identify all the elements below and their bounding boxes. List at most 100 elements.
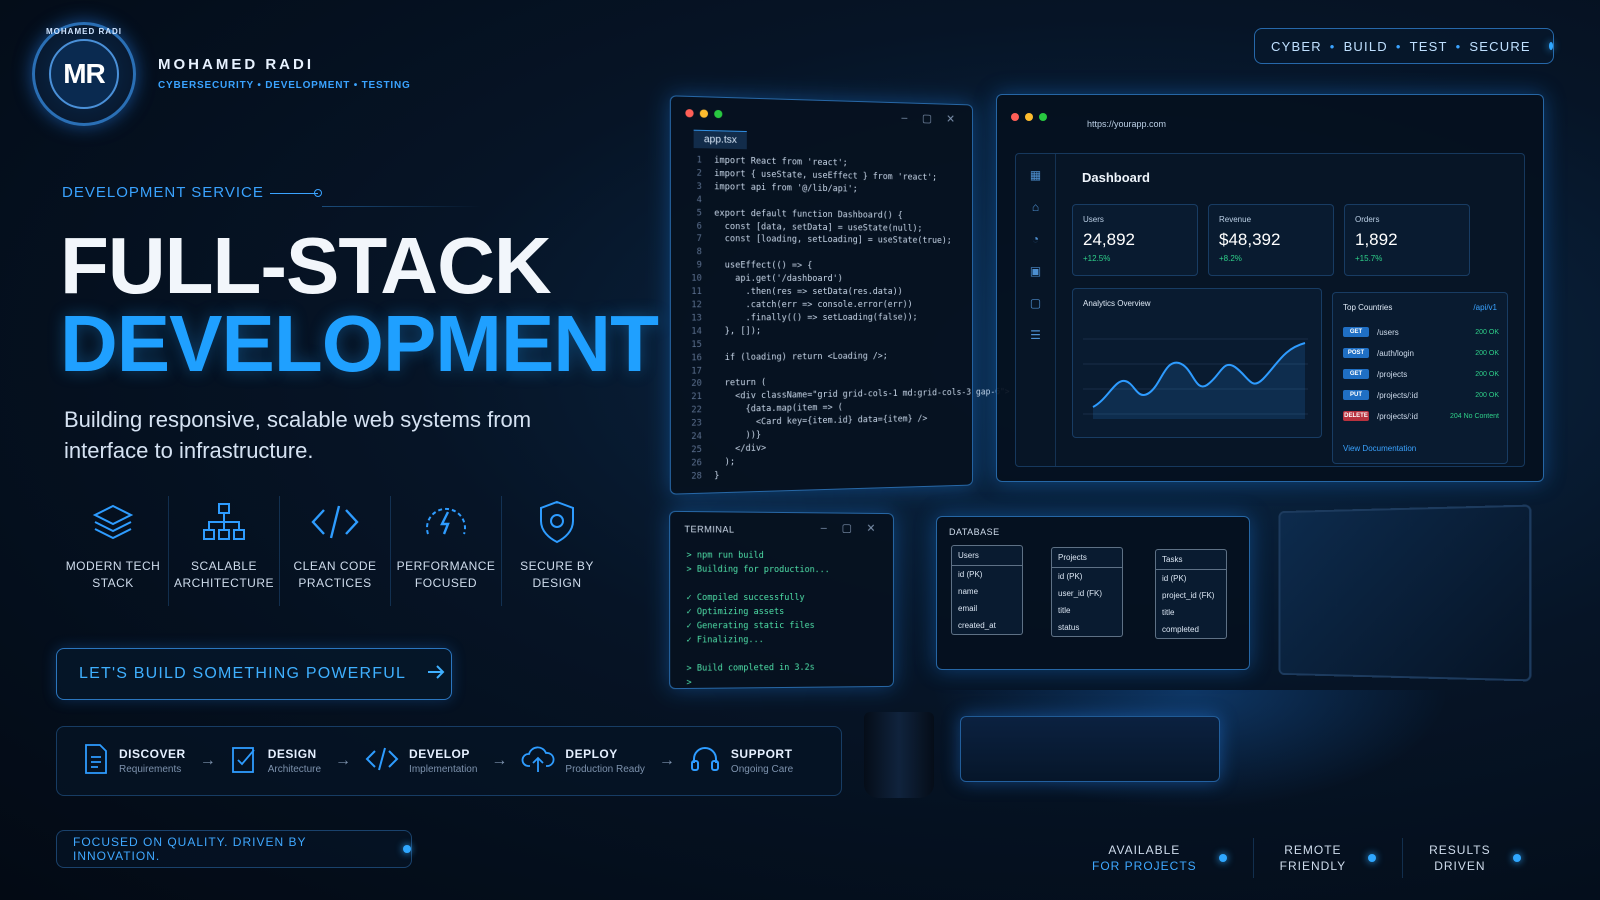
arrow-right-icon: → — [335, 752, 352, 769]
close-dot-icon[interactable] — [685, 109, 694, 118]
terminal-title: TERMINAL — [684, 524, 735, 535]
process-step: DEPLOY Production Ready — [521, 744, 645, 779]
db-field: project_id (FK) — [1162, 591, 1215, 600]
line-number: 12 — [691, 300, 702, 311]
url-bar[interactable]: https://yourapp.com — [1087, 119, 1166, 129]
route-path: /auth/login — [1377, 348, 1414, 358]
editor-tab[interactable]: app.tsx — [693, 129, 748, 150]
feature-item: MODERN TECH STACK — [58, 496, 169, 606]
keyword: TEST — [1409, 38, 1448, 54]
bell-icon[interactable]: ◔ — [1032, 232, 1039, 246]
feature-label: SECURE BY DESIGN — [520, 559, 594, 590]
stat-value: $48,392 — [1219, 230, 1281, 249]
line-number: 20 — [691, 378, 702, 390]
db-table: Users id (PK) name email created_at — [951, 545, 1023, 635]
line-number: 7 — [696, 234, 702, 245]
feature-list: MODERN TECH STACK SCALABLE ARCHITECTURE … — [58, 496, 598, 606]
settings-icon[interactable]: ▣ — [1030, 264, 1041, 278]
line-number: 22 — [691, 405, 702, 416]
route-row[interactable]: GET/users 200 OK — [1343, 325, 1499, 339]
route-path: /users — [1377, 327, 1399, 337]
shield-icon — [537, 496, 577, 548]
line-number: 3 — [696, 181, 702, 192]
code-text: } — [714, 470, 720, 481]
db-field: id (PK) — [1058, 572, 1083, 581]
line-number: 8 — [696, 247, 702, 258]
stat-card: Orders 1,892 +15.7% — [1344, 204, 1470, 276]
code-line: 12 .catch(err => console.error(err)) — [679, 299, 1009, 312]
code-text: const [data, setData] = useState(null); — [714, 221, 923, 234]
line-number: 9 — [696, 260, 702, 271]
minimize-dot-icon[interactable] — [1025, 113, 1033, 121]
line-number: 1 — [696, 155, 702, 166]
separator: • — [1329, 38, 1336, 54]
stat-change: +12.5% — [1083, 254, 1111, 263]
route-row[interactable]: POST/auth/login 200 OK — [1343, 346, 1499, 360]
code-text: }, []); — [714, 326, 762, 337]
line-number: 10 — [691, 273, 702, 284]
footer-text: FOCUSED ON QUALITY. DRIVEN BY INNOVATION… — [73, 835, 307, 863]
step-title: DESIGN — [267, 747, 317, 761]
database-window: DATABASE Users id (PK) name email created_at… — [936, 516, 1250, 670]
code-content: 1 import React from 'react'; 2 import { use… — [679, 154, 1009, 484]
keyword: CYBER — [1271, 38, 1322, 54]
stat-value: 24,892 — [1083, 230, 1135, 249]
route-status: 200 OK — [1475, 349, 1499, 357]
maximize-dot-icon[interactable] — [714, 109, 723, 119]
db-field: title — [1058, 606, 1071, 615]
line-number: 24 — [691, 431, 702, 443]
line-number: 6 — [696, 221, 702, 232]
route-row[interactable]: GET/projects 200 OK — [1343, 367, 1499, 381]
countries-title: Top Countries — [1343, 303, 1393, 312]
grid-icon[interactable]: ▦ — [1030, 168, 1041, 182]
line-number: 11 — [691, 286, 702, 298]
db-field: id (PK) — [1162, 574, 1187, 583]
code-line: 10 api.get('/dashboard') — [679, 273, 1009, 287]
line-number: 2 — [696, 168, 702, 179]
route-row[interactable]: PUT/projects/:id 200 OK — [1343, 388, 1499, 402]
badge-line1: AVAILABLE — [1108, 843, 1181, 857]
line-number: 14 — [691, 326, 702, 337]
code-text: {data.map(item => ( — [714, 402, 843, 416]
hierarchy-icon — [201, 496, 247, 548]
route-status: 200 OK — [1475, 328, 1499, 336]
arrow-right-icon: → — [491, 752, 508, 769]
close-dot-icon[interactable] — [1011, 113, 1019, 121]
arrow-right-icon — [426, 664, 446, 685]
layers-icon — [91, 496, 135, 548]
db-field: user_id (FK) — [1058, 589, 1103, 598]
route-row[interactable]: DELETE/projects/:id 204 No Content — [1343, 409, 1499, 423]
process-step: DEVELOP Implementation — [365, 746, 477, 777]
line-number: 16 — [691, 352, 702, 363]
terminal-line: ✓ Optimizing assets — [686, 606, 785, 618]
top-keywords-pill: CYBER • BUILD • TEST • SECURE — [1254, 28, 1554, 64]
terminal-line: > Build completed in 3.2s — [686, 662, 815, 674]
window-buttons-icon[interactable]: – ▢ ✕ — [901, 111, 960, 125]
box-icon[interactable]: ▢ — [1030, 296, 1041, 310]
keyword: SECURE — [1469, 38, 1531, 54]
hero-title-line1: FULL-STACK — [60, 221, 552, 310]
process-step: SUPPORT Ongoing Care — [689, 743, 793, 780]
step-title: SUPPORT — [730, 747, 793, 761]
db-table-name: Projects — [1052, 548, 1122, 568]
window-buttons-icon[interactable]: – ▢ ✕ — [821, 521, 882, 534]
view-docs-link[interactable]: View Documentation — [1343, 444, 1416, 453]
line-number: 21 — [691, 392, 702, 403]
database-title: DATABASE — [949, 527, 1000, 537]
line-number: 5 — [696, 207, 702, 219]
headset-icon — [689, 743, 721, 780]
db-field: email — [958, 604, 978, 613]
logo: MOHAMED RADI MR — [32, 22, 136, 126]
menu-icon[interactable]: ☰ — [1030, 328, 1041, 342]
maximize-dot-icon[interactable] — [1039, 113, 1047, 121]
code-icon — [365, 746, 399, 777]
line-number: 17 — [691, 365, 702, 377]
cta-button[interactable]: LET'S BUILD SOMETHING POWERFUL — [56, 648, 452, 700]
code-text: import api from '@/lib/api'; — [714, 181, 858, 195]
home-icon[interactable]: ⌂ — [1032, 200, 1039, 214]
analytics-title: Analytics Overview — [1083, 299, 1151, 308]
feature-item: SECURE BY DESIGN — [502, 496, 612, 606]
feature-label: MODERN TECH STACK — [65, 559, 161, 590]
minimize-dot-icon[interactable] — [699, 109, 709, 118]
